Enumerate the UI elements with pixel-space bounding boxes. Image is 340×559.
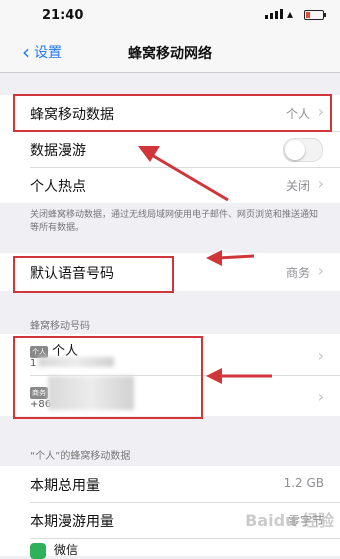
arrow-head <box>206 250 222 266</box>
watermark: Baidu 经验 <box>245 511 334 530</box>
arrow-line <box>217 254 255 260</box>
annotation-arrows <box>138 146 272 384</box>
arrow-line <box>149 152 229 202</box>
arrow-head <box>206 368 222 384</box>
